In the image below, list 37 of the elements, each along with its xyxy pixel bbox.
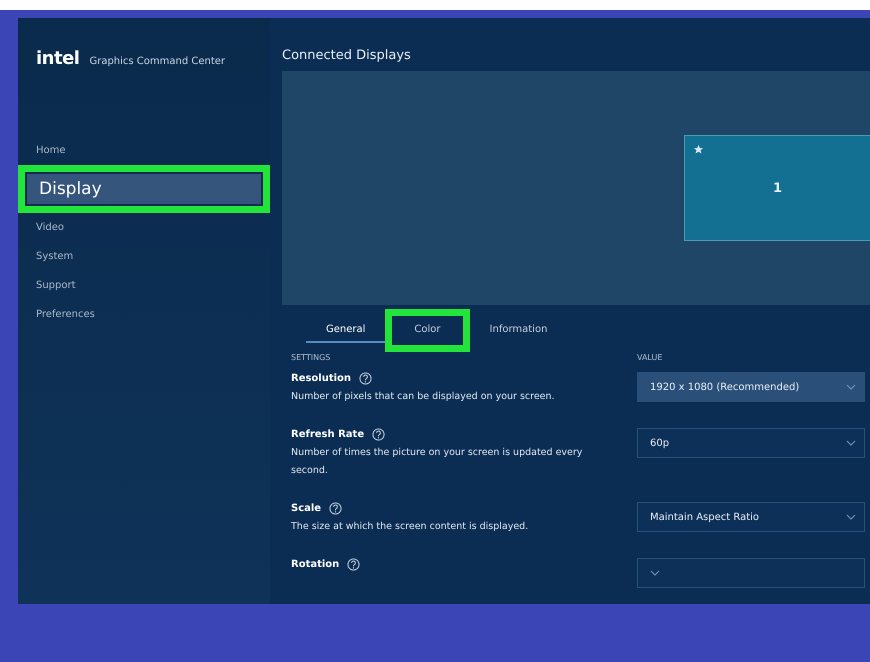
value-dropdown[interactable]: 60p: [637, 428, 865, 458]
help-icon[interactable]: [372, 428, 386, 441]
column-header: VALUE: [637, 353, 664, 362]
setting-name: Refresh Rate: [291, 429, 364, 440]
tab[interactable]: Information: [470, 318, 568, 342]
sidebar-item[interactable]: Display: [27, 174, 261, 204]
help-icon[interactable]: [347, 558, 360, 571]
setting-description: Number of times the picture on your screen is updated every second.: [291, 446, 584, 478]
tab[interactable]: General: [306, 318, 386, 342]
value-dropdown[interactable]: Maintain Aspect Ratio: [637, 502, 865, 532]
setting-name: Rotation: [291, 559, 340, 570]
chevron-down-icon: [846, 514, 856, 520]
sidebar-item[interactable]: Preferences: [18, 300, 270, 329]
section-title: Connected Displays: [282, 47, 412, 65]
sidebar-item[interactable]: Home: [18, 136, 270, 165]
app-title: Graphics Command Center: [89, 56, 226, 67]
dropdown-value: 1920 x 1080 (Recommended): [650, 382, 800, 392]
intel-logo: intel: [36, 48, 80, 69]
chevron-down-icon: [846, 440, 856, 446]
column-header: SETTINGS: [291, 353, 332, 362]
tab[interactable]: Color: [394, 318, 461, 342]
setting-name: Resolution: [291, 373, 352, 384]
setting-description: Number of pixels that can be displayed on your screen.: [291, 390, 556, 404]
display-tile[interactable]: 1: [684, 135, 870, 241]
help-icon[interactable]: [359, 372, 372, 385]
sidebar-item[interactable]: Video: [18, 213, 270, 242]
dropdown-value: 60p: [650, 438, 670, 448]
value-dropdown[interactable]: 1920 x 1080 (Recommended): [637, 372, 865, 402]
chevron-down-icon: [650, 570, 660, 576]
help-icon[interactable]: [329, 502, 342, 515]
chevron-down-icon: [846, 384, 856, 390]
sidebar-item[interactable]: Support: [18, 271, 270, 300]
setting-name: Scale: [291, 503, 322, 514]
display-number: 1: [772, 180, 782, 196]
setting-description: The size at which the screen content is displayed.: [291, 520, 530, 534]
sidebar-item[interactable]: System: [18, 242, 270, 271]
dropdown-value: Maintain Aspect Ratio: [650, 512, 760, 522]
